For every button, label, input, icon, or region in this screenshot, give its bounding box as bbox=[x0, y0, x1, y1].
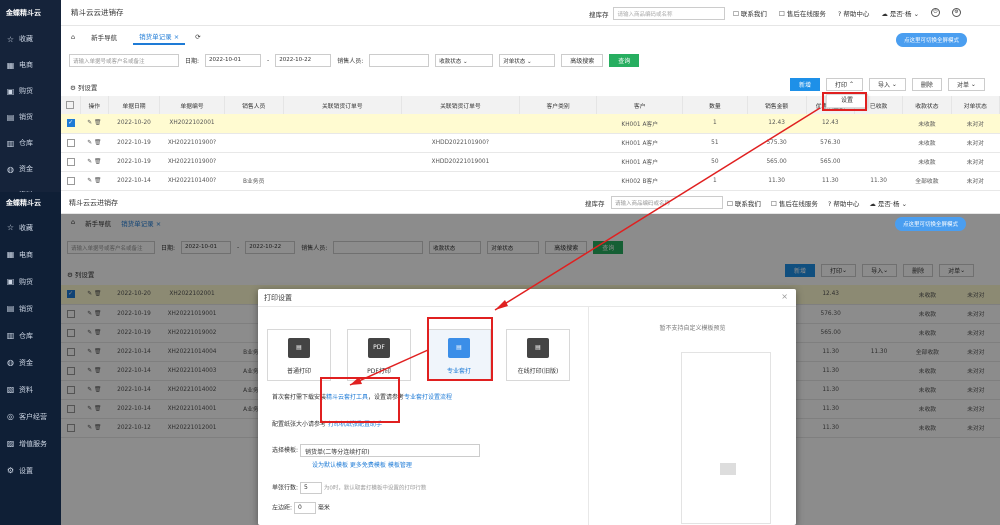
arrow-head-1 bbox=[495, 300, 508, 310]
arrow-line-2 bbox=[349, 349, 429, 386]
annotation-arrows bbox=[349, 107, 821, 386]
arrow-line-1 bbox=[494, 107, 821, 311]
arrow-head-2 bbox=[350, 377, 362, 385]
